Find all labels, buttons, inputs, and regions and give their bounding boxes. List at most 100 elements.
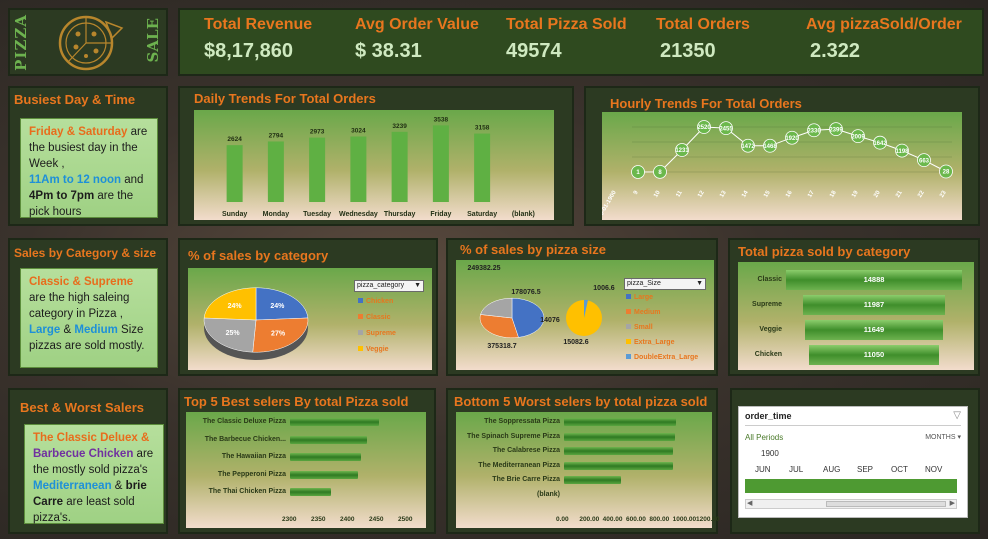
timeline-periods: All Periods — [745, 433, 784, 442]
size-pie-label: 178076.5 — [511, 289, 540, 296]
timeline-month-label[interactable]: SEP — [857, 465, 873, 474]
bottom5-x-tick: 800.00 — [649, 516, 670, 523]
pizza-category-filter[interactable]: pizza_category ▼ — [354, 280, 424, 292]
daily-category-label: Wednesday — [339, 211, 378, 218]
busiest-and-text: and — [124, 174, 144, 186]
size-pie-label: 14076 — [540, 317, 560, 324]
bottom5-category-label: The Mediterranean Pizza — [478, 461, 560, 469]
top5-category-label: The Pepperoni Pizza — [217, 470, 286, 478]
hourly-x-label: 00-01-1900 — [602, 189, 618, 219]
timeline-month-label[interactable]: AUG — [823, 465, 840, 474]
best-highlight-1: The Classic Deluex & — [33, 432, 150, 444]
hourly-x-label: 11 — [675, 189, 684, 198]
daily-bar-value-label: 3158 — [475, 125, 490, 132]
pct-category-title: % of sales by category — [188, 248, 329, 263]
category-insight-title: Sales by Category & size — [14, 246, 157, 260]
sale-vertical-label: SALE — [144, 18, 162, 63]
bottom5-x-tick: 400.00 — [602, 516, 623, 523]
timeline-month-label[interactable]: NOV — [925, 465, 942, 474]
pct-size-chart-area: 249382.25 178076.5 375318.7 14076 1006.6 1508… — [456, 260, 714, 370]
hourly-point-label: 2520 — [697, 125, 711, 131]
size-pie-chart: 249382.25 178076.5 375318.7 14076 1006.6 1508… — [467, 265, 614, 350]
bottom5-bar — [564, 476, 622, 484]
busiest-panel: Busiest Day & Time Friday & Saturday are… — [8, 86, 168, 226]
hourly-panel: Hourly Trends For Total Orders 00-01-190… — [584, 86, 980, 226]
busiest-title: Busiest Day & Time — [14, 92, 136, 107]
bottom5-bar — [564, 461, 673, 470]
daily-category-label: Saturday — [467, 211, 497, 218]
size-legend-item: Extra_Large — [626, 339, 674, 346]
scroll-left-icon[interactable]: ◀ — [747, 499, 752, 507]
top5-chart-area: The Classic Deluxe Pizza The Barbecue Chi… — [186, 412, 426, 528]
hourly-x-label: 12 — [697, 189, 706, 198]
pct-category-chart-area: 24% 27% 25% 24% pizza_category ▼ Chicken Clas… — [188, 268, 432, 370]
best-worst-panel: Best & Worst Salers The Classic Deluex &… — [8, 388, 168, 534]
top5-x-tick: 2350 — [311, 516, 326, 523]
scroll-thumb[interactable] — [826, 501, 946, 507]
bottom5-panel: Bottom 5 Worst selers by total pizza sol… — [446, 388, 720, 534]
busiest-card: Friday & Saturday are the busiest day in… — [20, 118, 158, 218]
chevron-down-icon: ▾ — [957, 434, 961, 441]
timeline-month-label[interactable]: OCT — [891, 465, 908, 474]
hourly-point-label: 2399 — [829, 127, 843, 133]
category-legend-item: Supreme — [358, 330, 396, 337]
category-legend-item: Classic — [358, 314, 391, 321]
daily-bar — [474, 133, 491, 202]
hourly-point-label: 1920 — [785, 136, 799, 142]
timeline-scrollbar[interactable]: ◀ ▶ — [745, 499, 957, 509]
hourly-x-label: 13 — [719, 189, 728, 198]
top5-category-label: The Thai Chicken Pizza — [208, 488, 286, 495]
timeline-month-label[interactable]: JUL — [789, 465, 803, 474]
daily-bar-value-label: 3024 — [351, 127, 366, 134]
hourly-x-label: 10 — [653, 189, 662, 198]
bottom5-category-label: The Spinach Supreme Pizza — [467, 432, 560, 440]
size-pie-label: 15082.6 — [563, 339, 588, 346]
bottom5-x-tick: 200.00 — [579, 516, 600, 523]
size-legend-item: Medium — [626, 309, 660, 316]
funnel-category-label: Veggie — [759, 326, 782, 333]
top5-x-tick: 2400 — [340, 516, 355, 523]
filter-icon: ▼ — [696, 280, 703, 287]
daily-bar — [432, 125, 449, 202]
hourly-chart-area: 00-01-1900 1 9 8 10 1231 11 2520 12 2455 13 1472 14 1… — [597, 112, 962, 220]
hourly-point-label: 1231 — [675, 148, 689, 154]
top5-bar — [290, 418, 379, 426]
hourly-point-label: 1468 — [763, 144, 777, 150]
hourly-x-label: 15 — [763, 189, 772, 198]
hourly-point-label: 1198 — [895, 149, 909, 155]
kpi-value-avg-pizza-per-order: 2.322 — [810, 40, 861, 62]
category-pie-label: 24% — [270, 303, 285, 310]
timeline-slicer[interactable]: order_time ▽ All Periods MONTHS ▾ 1900 J… — [738, 406, 968, 518]
timeline-unit-dropdown[interactable]: MONTHS ▾ — [925, 433, 961, 441]
timeline-month-label[interactable]: JUN — [755, 465, 771, 474]
daily-bar — [350, 136, 367, 202]
hourly-line-chart: 00-01-1900198101231112520122455131472141… — [597, 120, 953, 220]
size-large-highlight: Large — [29, 324, 61, 336]
bottom5-x-tick: 0.00 — [556, 516, 569, 523]
daily-bar-value-label: 2794 — [269, 132, 284, 139]
funnel-bar: 14888 — [786, 270, 962, 290]
size-pie-label: 375318.7 — [487, 343, 516, 350]
kpi-panel: Total Revenue $8,17,860 Avg Order Value … — [178, 8, 984, 76]
hourly-point-label: 663 — [919, 158, 930, 164]
size-pie-slice — [480, 297, 513, 319]
top5-bar — [290, 435, 367, 444]
chevron-down-icon: ▼ — [414, 282, 421, 289]
hourly-x-label: 18 — [829, 189, 838, 198]
timeline-track[interactable] — [745, 479, 957, 493]
cat-funnel-chart-area: Classic 14888 Supreme 11987 Veggie 11649 Chick… — [738, 262, 974, 370]
scroll-right-icon[interactable]: ▶ — [950, 499, 955, 507]
size-and-text: & — [60, 324, 75, 336]
bottom5-category-label: The Calabrese Pizza — [492, 447, 560, 454]
daily-bar-value-label: 2624 — [227, 136, 242, 143]
daily-panel: Daily Trends For Total Orders 2624 Sunday… — [178, 86, 574, 226]
size-legend-item: Large — [626, 294, 653, 301]
kpi-label-total-orders: Total Orders — [656, 16, 750, 33]
top5-category-label: The Hawaiian Pizza — [221, 453, 286, 460]
daily-title: Daily Trends For Total Orders — [194, 91, 376, 106]
top5-category-label: The Classic Deluxe Pizza — [202, 418, 286, 425]
pizza-size-filter[interactable]: pizza_Size ▼ — [624, 278, 706, 290]
daily-bar-chart: 2624 Sunday 2794 Monday 2973 Tuesday 3024 Wedne… — [222, 116, 535, 218]
clear-filter-icon[interactable]: ▽ — [953, 410, 961, 421]
size-legend-item: Small — [626, 324, 653, 331]
